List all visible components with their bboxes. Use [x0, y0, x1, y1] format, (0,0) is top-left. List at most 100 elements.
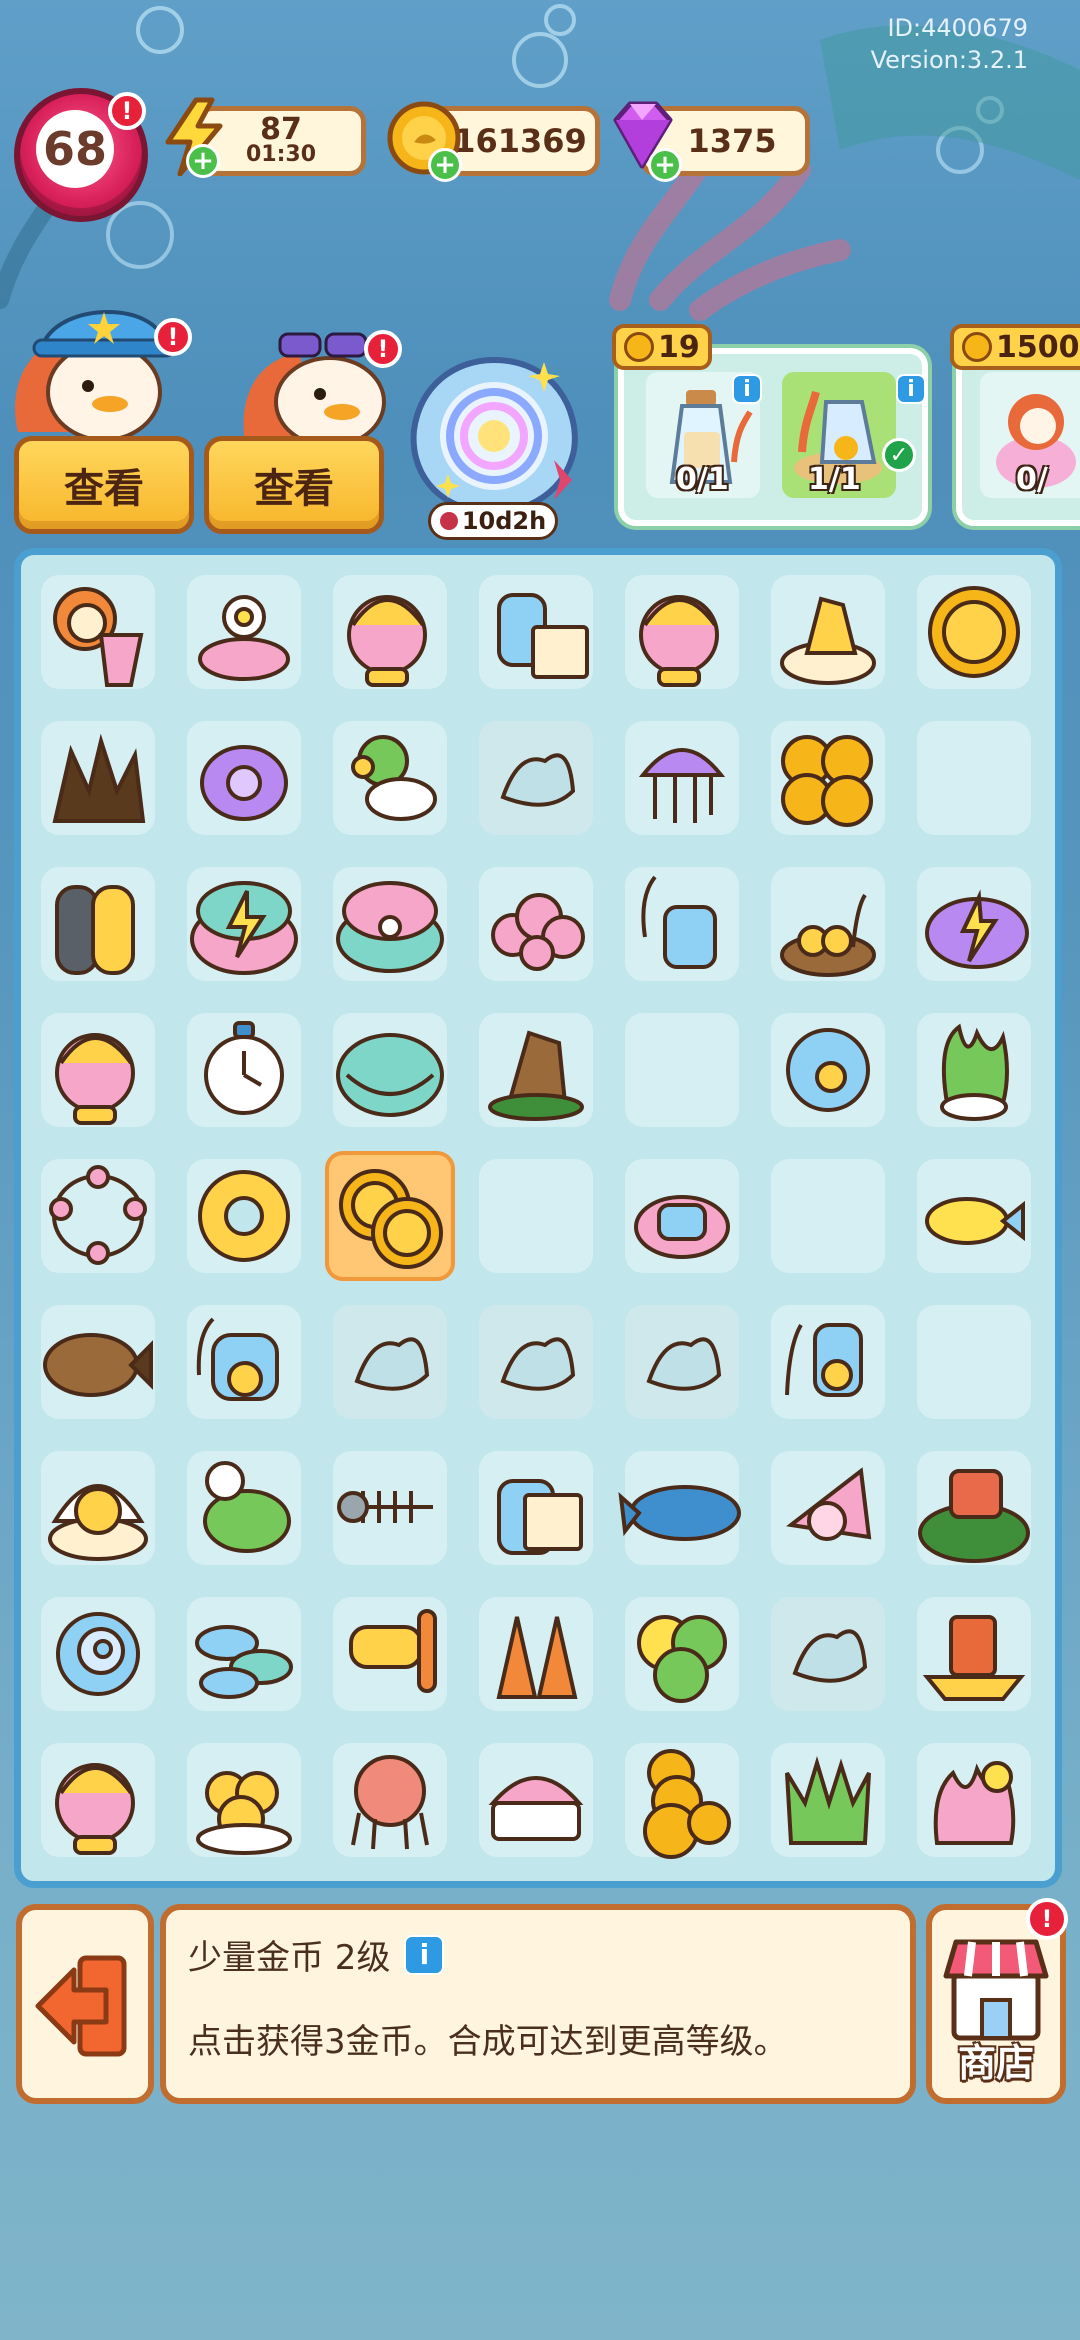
board-cell[interactable]	[761, 711, 895, 845]
coin-stack-icon	[643, 1749, 731, 1859]
board-cell[interactable]	[761, 1295, 895, 1429]
board-cell[interactable]	[31, 1149, 165, 1283]
board-cell-empty[interactable]	[907, 1295, 1041, 1429]
board-cell[interactable]	[31, 1587, 165, 1721]
add-energy-button[interactable]: +	[186, 144, 220, 178]
board-cell[interactable]	[323, 1295, 457, 1429]
board-cell[interactable]	[907, 1003, 1041, 1137]
board-cell[interactable]	[469, 1441, 603, 1575]
captain-duck-character[interactable]	[4, 282, 194, 442]
board-cell[interactable]	[469, 857, 603, 991]
board-cell[interactable]	[177, 711, 311, 845]
board-cell[interactable]	[469, 565, 603, 699]
board-cell[interactable]	[177, 1441, 311, 1575]
board-cell[interactable]	[31, 857, 165, 991]
board-cell[interactable]	[907, 1587, 1041, 1721]
board-cell[interactable]	[177, 1295, 311, 1429]
add-gems-button[interactable]: +	[648, 148, 682, 182]
board-cell[interactable]	[469, 1295, 603, 1429]
board-cell[interactable]	[761, 565, 895, 699]
turtle-island-icon	[918, 1469, 1030, 1563]
game-screen: ID:4400679 Version:3.2.1 68 ! 87 01:30 +…	[0, 0, 1080, 2340]
order-info-button[interactable]: i	[732, 374, 762, 404]
board-cell[interactable]	[615, 1295, 749, 1429]
item-title: 少量金币 2级	[188, 1938, 391, 1978]
board-cell[interactable]	[469, 1587, 603, 1721]
sunglasses-duck-character[interactable]	[230, 310, 400, 440]
board-cell[interactable]	[761, 1733, 895, 1867]
board-cell[interactable]	[31, 1003, 165, 1137]
fish-school-icon	[195, 1625, 293, 1699]
board-cell[interactable]	[31, 1733, 165, 1867]
coral-sponge-icon	[637, 1615, 727, 1703]
music-bottle-icon	[497, 1479, 583, 1555]
board-cell[interactable]	[469, 1003, 603, 1137]
board-cell[interactable]	[323, 1587, 457, 1721]
board-cell[interactable]	[177, 565, 311, 699]
board-cell[interactable]	[177, 1003, 311, 1137]
view-sunglasses-button[interactable]: 查看	[204, 436, 384, 534]
merge-board	[14, 548, 1062, 1888]
locked-icon	[646, 1337, 722, 1391]
board-cell[interactable]	[907, 1733, 1041, 1867]
board-cell-empty[interactable]	[907, 711, 1041, 845]
board-cell[interactable]	[31, 1441, 165, 1575]
board-cell[interactable]	[31, 711, 165, 845]
board-cell[interactable]	[907, 857, 1041, 991]
order-info-button[interactable]: i	[896, 374, 926, 404]
order-count: 0/	[1016, 462, 1048, 497]
exit-button[interactable]	[16, 1904, 154, 2104]
view-captain-button[interactable]: 查看	[14, 436, 194, 534]
swirl-portal-icon[interactable]	[404, 350, 584, 520]
board-cell[interactable]	[177, 857, 311, 991]
board-cell[interactable]	[323, 1149, 457, 1283]
locked-icon	[792, 1629, 868, 1683]
item-info-button[interactable]: i	[404, 1934, 445, 1975]
board-cell[interactable]	[615, 1587, 749, 1721]
add-coins-button[interactable]: +	[428, 148, 462, 182]
board-cell[interactable]	[469, 1733, 603, 1867]
board-cell[interactable]	[761, 1587, 895, 1721]
board-cell[interactable]	[323, 857, 457, 991]
board-cell[interactable]	[177, 1587, 311, 1721]
locked-icon	[354, 1337, 430, 1391]
board-cell[interactable]	[615, 565, 749, 699]
bottle-coral-icon	[641, 875, 717, 969]
board-cell[interactable]	[907, 1441, 1041, 1575]
board-cell[interactable]	[907, 565, 1041, 699]
board-cell[interactable]	[323, 711, 457, 845]
board-cell[interactable]	[761, 1441, 895, 1575]
order-card-1[interactable]: 0/1 i 1/1 i ✓	[618, 348, 928, 526]
octopus-headphones-icon	[347, 595, 427, 687]
board-cell[interactable]	[323, 1003, 457, 1137]
order-card-2[interactable]: 0/	[956, 348, 1080, 526]
order-reward: 19	[612, 324, 712, 370]
jellyfish-icon	[638, 748, 726, 823]
board-cell[interactable]	[323, 565, 457, 699]
board-cell[interactable]	[177, 1733, 311, 1867]
cell-background	[479, 1159, 593, 1273]
dark-coral-icon	[52, 733, 146, 823]
energy-value: 87	[260, 112, 302, 147]
board-cell[interactable]	[31, 1295, 165, 1429]
board-cell[interactable]	[761, 857, 895, 991]
board-cell[interactable]	[323, 1733, 457, 1867]
board-cell[interactable]	[469, 711, 603, 845]
board-cell-empty[interactable]	[761, 1149, 895, 1283]
board-cell[interactable]	[323, 1441, 457, 1575]
board-cell-empty[interactable]	[469, 1149, 603, 1283]
octopus-headphones-icon	[55, 1763, 135, 1855]
board-cell[interactable]	[907, 1149, 1041, 1283]
board-cell[interactable]	[615, 1149, 749, 1283]
flippers-icon	[496, 1616, 578, 1699]
board-cell[interactable]	[615, 711, 749, 845]
board-cell[interactable]	[615, 1441, 749, 1575]
board-cell[interactable]	[177, 1149, 311, 1283]
cell-background	[917, 1305, 1031, 1419]
board-cell-empty[interactable]	[615, 1003, 749, 1137]
octopus-headphones-icon	[639, 595, 719, 687]
board-cell[interactable]	[761, 1003, 895, 1137]
board-cell[interactable]	[615, 857, 749, 991]
board-cell[interactable]	[615, 1733, 749, 1867]
board-cell[interactable]	[31, 565, 165, 699]
